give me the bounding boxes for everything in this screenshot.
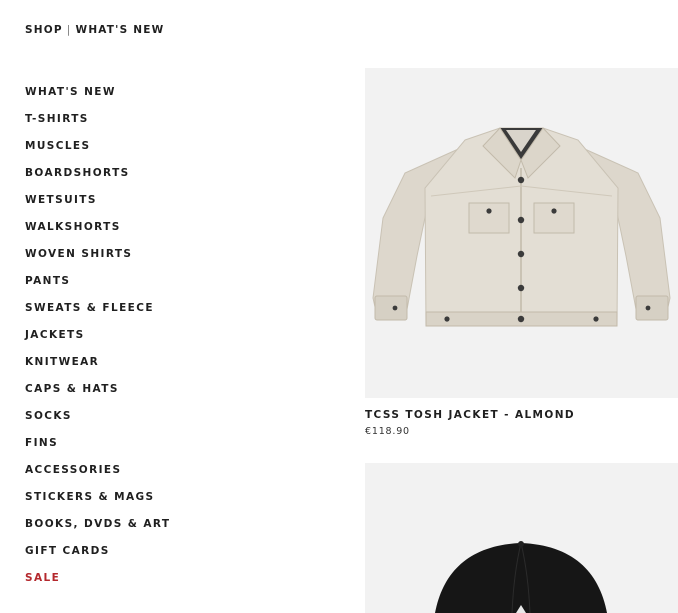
sidebar-item-pants[interactable]: PANTS (25, 274, 171, 301)
sidebar-item-walkshorts[interactable]: WALKSHORTS (25, 220, 171, 247)
breadcrumb-separator: | (66, 24, 72, 36)
sidebar-item-sweats-fleece[interactable]: SWEATS & FLEECE (25, 301, 171, 328)
sidebar-item-jackets[interactable]: JACKETS (25, 328, 171, 355)
sidebar-item-fins[interactable]: FINS (25, 436, 171, 463)
sidebar-item-gift-cards[interactable]: GIFT CARDS (25, 544, 171, 571)
black-cap-image (435, 541, 607, 613)
category-sidebar: WHAT'S NEW T-SHIRTS MUSCLES BOARDSHORTS … (25, 85, 171, 598)
product-card: TCSS TOSH JACKET - ALMOND €118.90 (365, 68, 678, 437)
breadcrumb: SHOP | WHAT'S NEW (25, 24, 164, 36)
sidebar-item-wetsuits[interactable]: WETSUITS (25, 193, 171, 220)
sidebar-item-woven-shirts[interactable]: WOVEN SHIRTS (25, 247, 171, 274)
product-image-link[interactable] (365, 68, 678, 398)
product-card (365, 463, 678, 613)
jacket-almond-image (372, 127, 671, 327)
sidebar-item-stickers-mags[interactable]: STICKERS & MAGS (25, 490, 171, 517)
sidebar-item-boardshorts[interactable]: BOARDSHORTS (25, 166, 171, 193)
sidebar-item-sale[interactable]: SALE (25, 571, 171, 598)
product-price: €118.90 (365, 426, 410, 437)
sidebar-item-whats-new[interactable]: WHAT'S NEW (25, 85, 171, 112)
sidebar-item-socks[interactable]: SOCKS (25, 409, 171, 436)
product-image-link[interactable] (365, 463, 678, 613)
breadcrumb-current[interactable]: WHAT'S NEW (76, 24, 165, 36)
sidebar-item-knitwear[interactable]: KNITWEAR (25, 355, 171, 382)
sidebar-item-accessories[interactable]: ACCESSORIES (25, 463, 171, 490)
sidebar-item-caps-hats[interactable]: CAPS & HATS (25, 382, 171, 409)
sidebar-item-muscles[interactable]: MUSCLES (25, 139, 171, 166)
product-name[interactable]: TCSS TOSH JACKET - ALMOND (365, 409, 678, 421)
breadcrumb-shop-link[interactable]: SHOP (25, 24, 63, 36)
sidebar-item-t-shirts[interactable]: T-SHIRTS (25, 112, 171, 139)
sidebar-item-books-dvds-art[interactable]: BOOKS, DVDS & ART (25, 517, 171, 544)
